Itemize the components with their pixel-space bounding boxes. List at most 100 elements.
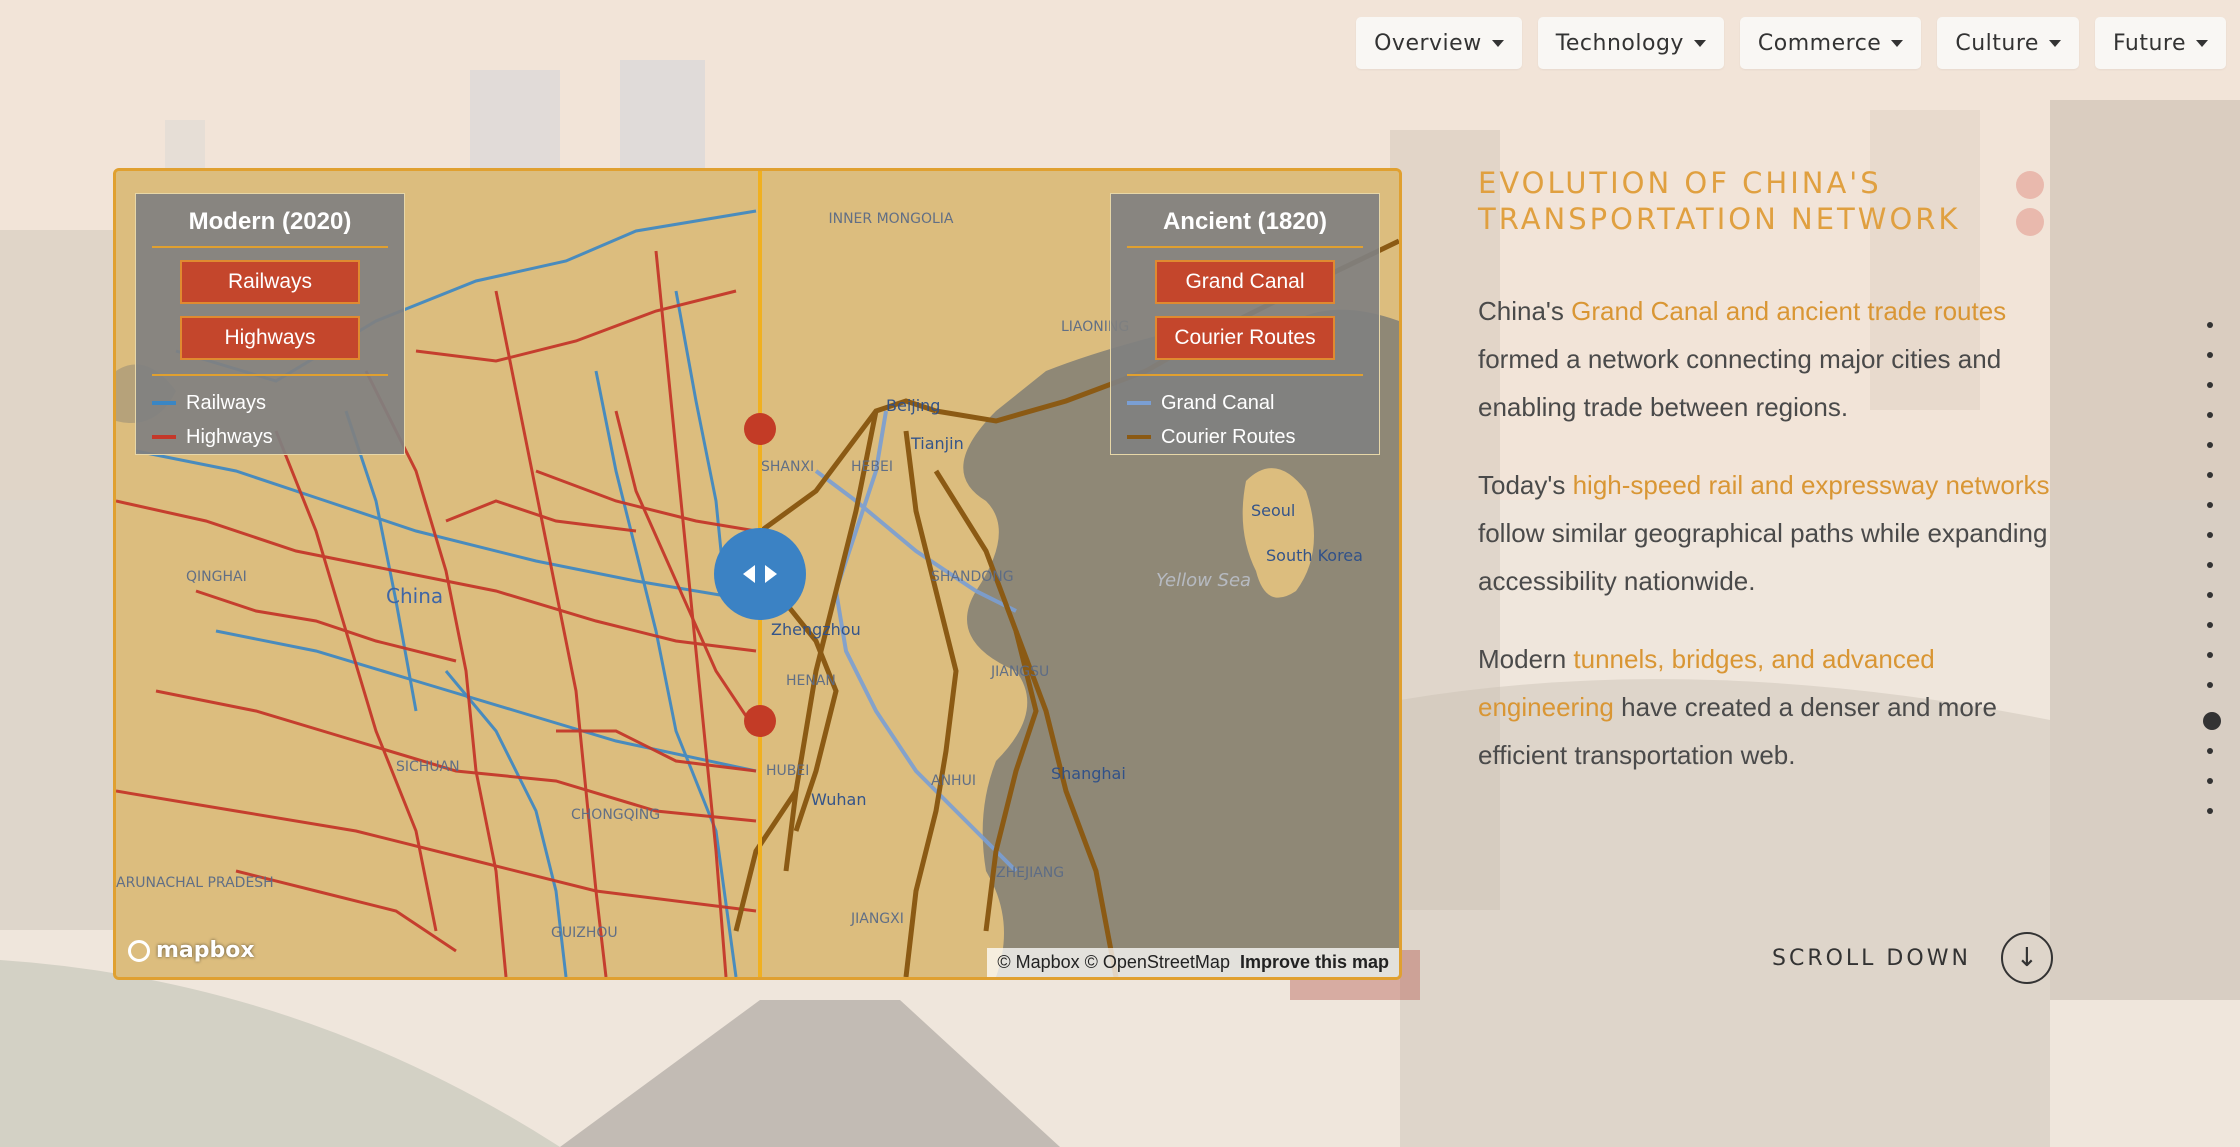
legend-item-highways: Highways — [152, 420, 388, 454]
nav-commerce[interactable]: Commerce — [1739, 17, 1922, 69]
caret-down-icon — [2048, 39, 2061, 47]
legend-item-grand-canal: Grand Canal — [1127, 386, 1363, 420]
map-label-guizhou: GUIZHOU — [551, 925, 618, 941]
top-nav: Overview Technology Commerce Culture Fut… — [1356, 17, 2226, 69]
mapbox-logo[interactable]: mapbox — [128, 938, 255, 963]
legend-item-grand-canal-label: Grand Canal — [1161, 391, 1275, 414]
modern-legend-title: Modern (2020) — [152, 208, 388, 248]
map-label-hubei: HUBEI — [766, 763, 809, 779]
nav-overview-label: Overview — [1374, 30, 1482, 56]
courier-routes-swatch — [1127, 435, 1151, 439]
legend-item-highways-label: Highways — [186, 425, 273, 448]
arrow-left-icon — [743, 565, 755, 583]
nav-commerce-label: Commerce — [1757, 30, 1882, 56]
p1-pre: China's — [1478, 296, 1572, 326]
slider-marker-bottom — [744, 705, 776, 737]
section-dot[interactable] — [2207, 682, 2213, 688]
slider-marker-top — [744, 413, 776, 445]
section-dot[interactable] — [2207, 778, 2213, 784]
modern-legend: Modern (2020) Railways Highways Railways… — [135, 193, 405, 455]
section-dot[interactable] — [2207, 322, 2213, 328]
p1-highlight: Grand Canal and ancient trade routes — [1571, 296, 2007, 326]
map-label-inner-mongolia: INNER MONGOLIA — [828, 211, 953, 227]
section-dot[interactable] — [2207, 352, 2213, 358]
map-label-tianjin: Tianjin — [910, 434, 964, 453]
legend-item-railways: Railways — [152, 386, 388, 420]
p3-pre: Modern — [1478, 644, 1574, 674]
attribution-text[interactable]: © Mapbox © OpenStreetMap — [997, 952, 1230, 973]
section-dot[interactable] — [2207, 412, 2213, 418]
nav-future-label: Future — [2112, 30, 2186, 56]
section-dot[interactable] — [2207, 532, 2213, 538]
ancient-legend-title: Ancient (1820) — [1127, 208, 1363, 248]
scroll-down-button[interactable]: SCROLL DOWN ↓ — [1772, 932, 2053, 984]
caret-down-icon — [2196, 39, 2208, 47]
map-label-qinghai: QINGHAI — [186, 569, 247, 585]
p2-pre: Today's — [1478, 470, 1573, 500]
caret-down-icon — [1891, 39, 1904, 47]
mapbox-logo-text: mapbox — [156, 938, 255, 963]
map-label-hebei: HEBEI — [851, 459, 893, 475]
legend-divider — [1127, 374, 1363, 376]
nav-overview[interactable]: Overview — [1356, 17, 1522, 69]
compare-slider-handle[interactable] — [714, 528, 806, 620]
p1-post: formed a network connecting major cities… — [1478, 344, 2002, 422]
toggle-railways-button[interactable]: Railways — [180, 260, 360, 304]
scroll-down-label: SCROLL DOWN — [1772, 945, 1971, 971]
mapbox-ring-icon — [128, 939, 150, 962]
arrow-down-icon: ↓ — [2000, 932, 2053, 984]
section-dot[interactable] — [2207, 382, 2213, 388]
section-dot[interactable] — [2207, 472, 2213, 478]
section-dots — [2203, 322, 2221, 838]
caret-down-icon — [1693, 39, 1706, 47]
toggle-courier-routes-button[interactable]: Courier Routes — [1155, 316, 1335, 360]
legend-item-railways-label: Railways — [186, 391, 267, 414]
section-dot[interactable] — [2207, 808, 2213, 814]
highways-swatch — [152, 435, 176, 439]
map-comparison[interactable]: INNER MONGOLIA Beijing Tianjin LIAONING … — [113, 168, 1402, 980]
toggle-grand-canal-button[interactable]: Grand Canal — [1155, 260, 1335, 304]
map-label-beijing: Beijing — [886, 396, 940, 415]
map-label-seoul: Seoul — [1251, 501, 1295, 520]
improve-map-link[interactable]: Improve this map — [1240, 952, 1389, 973]
map-label-jiangxi: JIANGXI — [850, 911, 904, 927]
map-label-south-korea: South Korea — [1266, 546, 1363, 565]
paragraph-modern: Today's high-speed rail and expressway n… — [1478, 461, 2058, 605]
section-dot[interactable] — [2207, 622, 2213, 628]
legend-item-courier-routes-label: Courier Routes — [1161, 425, 1296, 448]
section-heading: EVOLUTION OF CHINA'S TRANSPORTATION NETW… — [1478, 166, 1961, 236]
map-label-shanghai: Shanghai — [1051, 764, 1126, 783]
paragraph-ancient: China's Grand Canal and ancient trade ro… — [1478, 287, 2058, 431]
map-label-sichuan: SICHUAN — [396, 759, 460, 775]
arrow-right-icon — [765, 565, 777, 583]
section-dot[interactable] — [2203, 712, 2221, 730]
section-dot[interactable] — [2207, 442, 2213, 448]
grand-canal-swatch — [1127, 401, 1151, 405]
section-dot[interactable] — [2207, 748, 2213, 754]
map-attribution: © Mapbox © OpenStreetMap Improve this ma… — [987, 948, 1399, 977]
map-label-jiangsu: JIANGSU — [990, 664, 1049, 680]
map-label-henan: HENAN — [786, 673, 836, 689]
paragraph-engineering: Modern tunnels, bridges, and advanced en… — [1478, 635, 2058, 779]
map-label-shandong: SHANDONG — [931, 569, 1014, 585]
p2-post: follow similar geographical paths while … — [1478, 518, 2048, 596]
section-dot[interactable] — [2207, 652, 2213, 658]
section-dot[interactable] — [2207, 562, 2213, 568]
nav-future[interactable]: Future — [2094, 17, 2226, 69]
toggle-highways-button[interactable]: Highways — [180, 316, 360, 360]
nav-technology-label: Technology — [1555, 30, 1684, 56]
caret-down-icon — [1491, 39, 1504, 47]
map-label-wuhan: Wuhan — [811, 790, 866, 809]
nav-technology[interactable]: Technology — [1537, 17, 1724, 69]
map-label-yellow-sea: Yellow Sea — [1156, 570, 1251, 591]
section-dot[interactable] — [2207, 502, 2213, 508]
map-label-anhui: ANHUI — [931, 773, 976, 789]
map-label-zhejiang: ZHEJIANG — [996, 865, 1064, 881]
legend-item-courier-routes: Courier Routes — [1127, 420, 1363, 454]
story-content: EVOLUTION OF CHINA'S TRANSPORTATION NETW… — [1478, 165, 2058, 809]
p2-highlight: high-speed rail and expressway networks — [1572, 470, 2050, 500]
map-label-chongqing: CHONGQING — [571, 807, 660, 823]
nav-culture[interactable]: Culture — [1937, 17, 2079, 69]
section-dot[interactable] — [2207, 592, 2213, 598]
railways-swatch — [152, 401, 176, 405]
